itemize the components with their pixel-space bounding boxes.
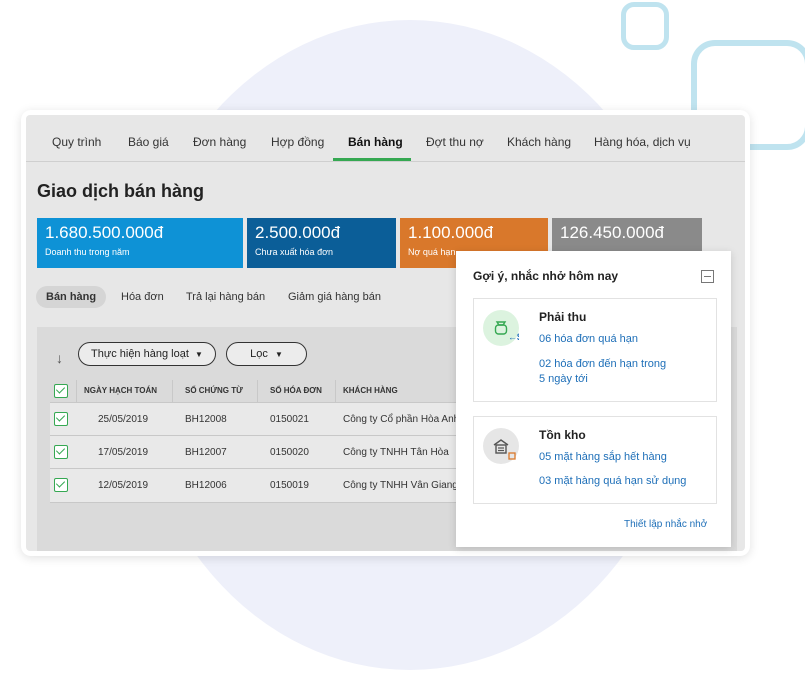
filter-button[interactable]: Lọc ▼ [226, 342, 307, 366]
warehouse-icon [493, 439, 516, 460]
cell-date: 17/05/2019 [98, 447, 149, 458]
stat-value: 1.680.500.000đ [45, 223, 164, 242]
low-stock-link[interactable]: 05 mặt hàng sắp hết hàng [539, 451, 667, 463]
cell-invoice: 0150021 [270, 414, 309, 425]
stat-label: Chưa xuất hóa đơn [255, 247, 333, 257]
stat-label: Doanh thu trong năm [45, 247, 130, 257]
cell-invoice: 0150019 [270, 480, 309, 491]
inventory-icon [483, 428, 519, 464]
stat-uninvoiced[interactable]: 2.500.000đ Chưa xuất hóa đơn [247, 218, 396, 268]
receivable-title: Phải thu [539, 310, 587, 324]
tab-hop-dong[interactable]: Hợp đồng [271, 135, 324, 149]
select-all-checkbox[interactable] [54, 384, 68, 398]
stat-label: Nợ quá hạn [408, 247, 456, 257]
column-header-date[interactable]: NGÀY HẠCH TOÁN [84, 386, 157, 395]
inventory-card: Tồn kho 05 mặt hàng sắp hết hàng 03 mặt … [473, 416, 717, 504]
cell-voucher: BH12006 [185, 480, 227, 491]
receivable-icon: ←$ [483, 310, 522, 346]
tab-ban-hang[interactable]: Bán hàng [348, 135, 403, 149]
chevron-down-icon: ▼ [194, 350, 203, 359]
subtab-giam-gia-hang-ban[interactable]: Giảm giá hàng bán [288, 291, 381, 303]
cell-date: 25/05/2019 [98, 414, 149, 425]
row-checkbox[interactable] [54, 412, 68, 426]
table-row[interactable]: 12/05/2019 BH12006 0150019 Công ty TNHH … [50, 468, 490, 503]
collapse-icon[interactable] [701, 270, 714, 283]
tab-hang-hoa-dich-vu[interactable]: Hàng hóa, dịch vụ [594, 135, 691, 149]
cell-voucher: BH12007 [185, 447, 227, 458]
column-divider [257, 380, 258, 402]
bulk-action-label: Thực hiện hàng loạt [91, 348, 189, 360]
bulk-action-button[interactable]: Thực hiện hàng loạt ▼ [78, 342, 216, 366]
chevron-down-icon: ▼ [274, 350, 283, 359]
receivable-card: ←$ Phải thu 06 hóa đơn quá hạn 02 hóa đơ… [473, 298, 717, 402]
cell-customer: Công ty TNHH Tân Hòa [343, 447, 449, 458]
table-row[interactable]: 17/05/2019 BH12007 0150020 Công ty TNHH … [50, 435, 490, 469]
column-header-invoice[interactable]: SỐ HÓA ĐƠN [270, 386, 322, 395]
table-row[interactable]: 25/05/2019 BH12008 0150021 Công ty Cổ ph… [50, 402, 490, 436]
tab-bao-gia[interactable]: Báo giá [128, 135, 169, 149]
overdue-invoices-link[interactable]: 06 hóa đơn quá hạn [539, 333, 638, 345]
subtab-hoa-don[interactable]: Hóa đơn [121, 291, 164, 303]
sort-arrow-icon[interactable]: ↓ [56, 350, 63, 366]
row-checkbox[interactable] [54, 445, 68, 459]
popup-title: Gợi ý, nhắc nhở hôm nay [473, 269, 619, 283]
stat-value: 1.100.000đ [408, 223, 494, 242]
column-header-customer[interactable]: KHÁCH HÀNG [343, 386, 398, 395]
tab-don-hang[interactable]: Đơn hàng [193, 135, 246, 149]
tab-khach-hang[interactable]: Khách hàng [507, 135, 571, 149]
cell-customer: Công ty Cổ phần Hòa Anh [343, 414, 460, 425]
subtab-ban-hang[interactable]: Bán hàng [36, 286, 107, 308]
due-invoices-link-cont[interactable]: 5 ngày tới [539, 373, 588, 385]
row-checkbox[interactable] [54, 478, 68, 492]
cell-voucher: BH12008 [185, 414, 227, 425]
reminder-popup: Gợi ý, nhắc nhở hôm nay ←$ Phải thu 06 h… [456, 251, 731, 547]
cell-invoice: 0150020 [270, 447, 309, 458]
money-bag-icon: ←$ [494, 321, 522, 342]
stat-value: 2.500.000đ [255, 223, 341, 242]
top-nav: Quy trình Báo giá Đơn hàng Hợp đồng Bán … [26, 115, 745, 162]
page-title: Giao dịch bán hàng [37, 181, 205, 201]
tab-dot-thu-no[interactable]: Đợt thu nợ [426, 135, 484, 149]
column-divider [76, 380, 77, 402]
stat-revenue[interactable]: 1.680.500.000đ Doanh thu trong năm [37, 218, 243, 268]
column-divider [172, 380, 173, 402]
active-tab-indicator [333, 158, 411, 161]
due-invoices-link[interactable]: 02 hóa đơn đến hạn trong [539, 358, 666, 370]
svg-text:←$: ←$ [508, 332, 519, 342]
stat-value: 126.450.000đ [560, 223, 664, 242]
reminder-settings-link[interactable]: Thiết lập nhắc nhở [624, 519, 707, 530]
expired-items-link[interactable]: 03 mặt hàng quá hạn sử dụng [539, 475, 686, 487]
cell-date: 12/05/2019 [98, 480, 149, 491]
subtab-tra-lai-hang-ban[interactable]: Trả lại hàng bán [186, 291, 265, 303]
filter-label: Lọc [250, 348, 268, 360]
decorative-square-small [621, 2, 669, 50]
inventory-title: Tồn kho [539, 428, 586, 442]
tab-quy-trinh[interactable]: Quy trình [52, 135, 101, 149]
column-divider [335, 380, 336, 402]
table-header: NGÀY HẠCH TOÁN SỐ CHỨNG TỪ SỐ HÓA ĐƠN KH… [50, 380, 490, 402]
cell-customer: Công ty TNHH Vân Giang [343, 480, 458, 491]
column-header-voucher[interactable]: SỐ CHỨNG TỪ [185, 386, 243, 395]
